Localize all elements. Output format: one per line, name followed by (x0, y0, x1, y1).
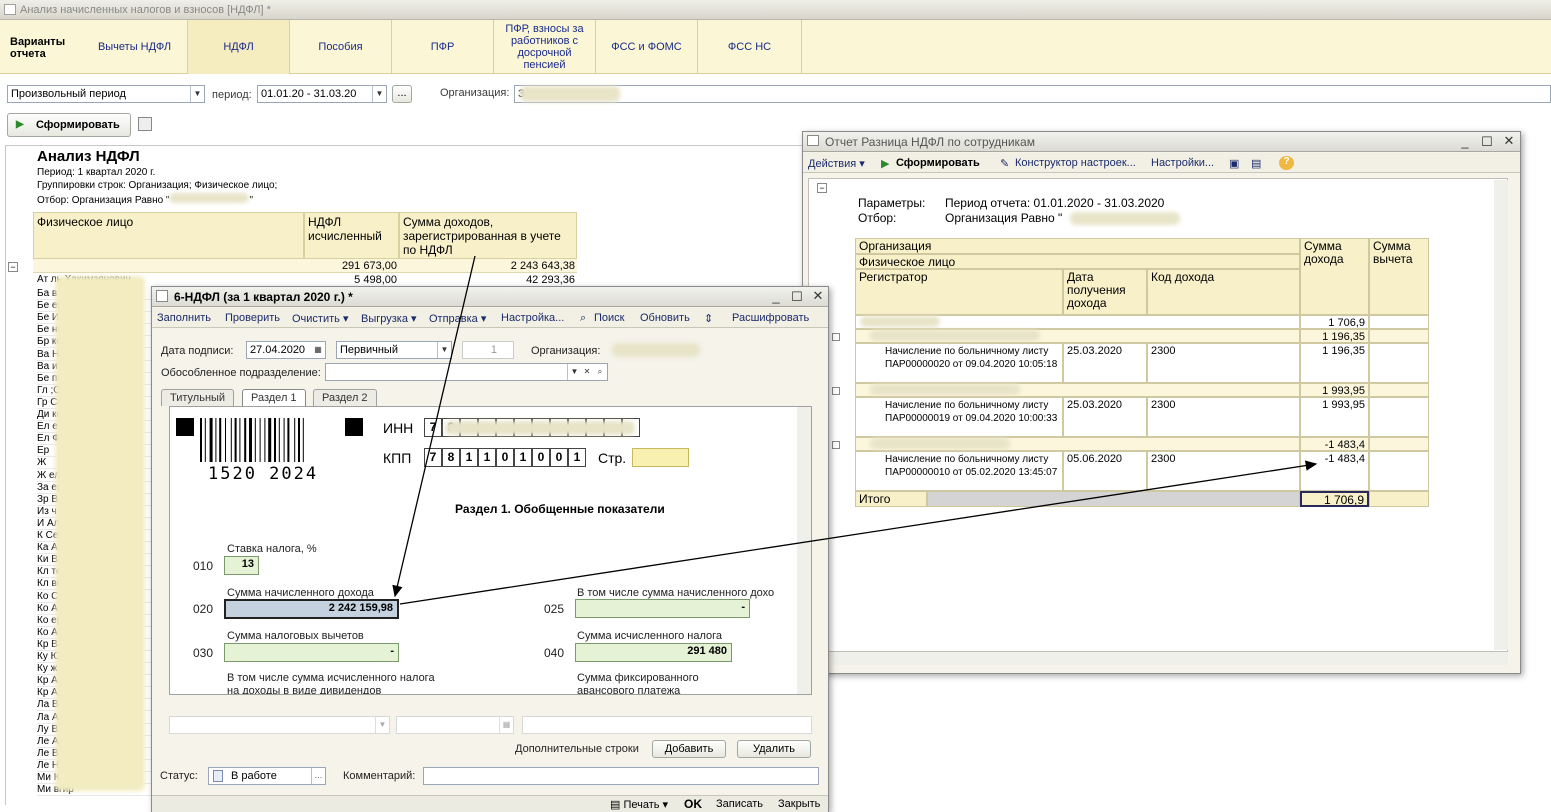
arrow-020-to-diff (399, 460, 1318, 605)
annotation-arrows (392, 255, 1318, 605)
arrow-income-to-020 (392, 255, 476, 598)
